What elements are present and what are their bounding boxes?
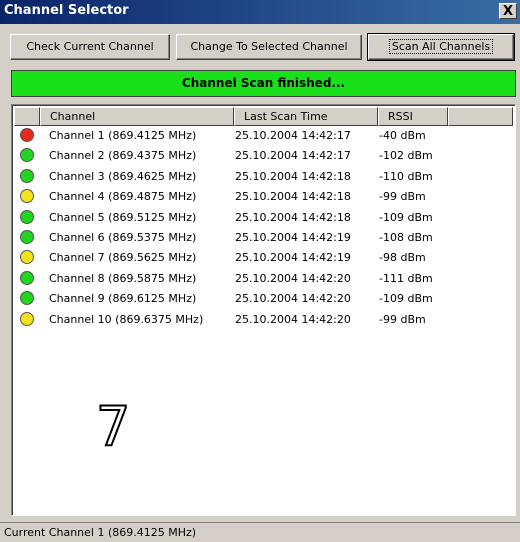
status-dot-icon <box>20 311 34 326</box>
status-dot-icon <box>20 250 34 265</box>
channel-name: Channel 4 (869.4875 MHz) <box>49 190 197 204</box>
scan-time: 25.10.2004 14:42:18 <box>235 169 351 183</box>
title-bar[interactable]: Channel Selector X <box>0 0 520 24</box>
header-extra[interactable] <box>448 107 513 126</box>
list-item[interactable]: Channel 3 (869.4625 MHz) 25.10.2004 14:42… <box>14 167 513 187</box>
scan-status-banner: Channel Scan finished... <box>11 70 516 97</box>
rssi-value: -111 dBm <box>379 271 433 285</box>
rssi-value: -40 dBm <box>379 129 426 142</box>
channel-name: Channel 5 (869.5125 MHz) <box>49 210 197 224</box>
list-header: Channel Last Scan Time RSSI <box>14 107 513 126</box>
list-item[interactable]: Channel 10 (869.6375 MHz) 25.10.2004 14:4… <box>14 310 513 330</box>
scan-time: 25.10.2004 14:42:17 <box>235 129 351 142</box>
rssi-value: -108 dBm <box>379 230 433 244</box>
channel-name: Channel 9 (869.6125 MHz) <box>49 292 197 306</box>
channel-list[interactable]: Channel Last Scan Time RSSI Channel 1 (8… <box>11 104 516 516</box>
rssi-value: -109 dBm <box>379 292 433 306</box>
status-dot-icon <box>20 189 34 204</box>
list-item[interactable]: Channel 6 (869.5375 MHz) 25.10.2004 14:42… <box>14 228 513 248</box>
close-button[interactable]: X <box>499 3 517 19</box>
status-dot-icon <box>20 148 34 163</box>
scan-time: 25.10.2004 14:42:18 <box>235 210 351 224</box>
status-bar-text: Current Channel 1 (869.4125 MHz) <box>4 526 197 539</box>
rssi-value: -102 dBm <box>379 149 433 163</box>
check-current-channel-label: Check Current Channel <box>26 40 154 53</box>
channel-name: Channel 7 (869.5625 MHz) <box>49 251 197 265</box>
list-rows: Channel 1 (869.4125 MHz) 25.10.2004 14:42… <box>14 126 513 330</box>
list-item[interactable]: Channel 9 (869.6125 MHz) 25.10.2004 14:42… <box>14 289 513 309</box>
channel-name: Channel 6 (869.5375 MHz) <box>49 230 197 244</box>
channel-name: Channel 1 (869.4125 MHz) <box>49 129 197 142</box>
rssi-value: -109 dBm <box>379 210 433 224</box>
channel-name: Channel 2 (869.4375 MHz) <box>49 149 197 163</box>
channel-name: Channel 8 (869.5875 MHz) <box>49 271 197 285</box>
annotation-number: 7 <box>95 394 131 459</box>
channel-selector-window: Channel Selector X Check Current Channel… <box>0 0 520 542</box>
rssi-value: -110 dBm <box>379 169 433 183</box>
scan-all-channels-button[interactable]: Scan All Channels <box>367 33 515 61</box>
close-icon: X <box>502 4 514 19</box>
rssi-value: -98 dBm <box>379 251 426 265</box>
rssi-value: -99 dBm <box>379 190 426 204</box>
header-status[interactable] <box>14 107 40 126</box>
list-item[interactable]: Channel 8 (869.5875 MHz) 25.10.2004 14:42… <box>14 269 513 289</box>
status-dot-icon <box>20 270 34 285</box>
status-dot-icon <box>20 128 34 142</box>
header-last-scan-time[interactable]: Last Scan Time <box>234 107 378 126</box>
status-dot-icon <box>20 229 34 244</box>
list-item[interactable]: Channel 4 (869.4875 MHz) 25.10.2004 14:42… <box>14 187 513 207</box>
rssi-value: -99 dBm <box>379 312 426 326</box>
list-item[interactable]: Channel 1 (869.4125 MHz) 25.10.2004 14:42… <box>14 126 513 146</box>
channel-name: Channel 10 (869.6375 MHz) <box>49 312 204 326</box>
window-title: Channel Selector <box>4 3 129 18</box>
header-channel[interactable]: Channel <box>40 107 234 126</box>
scan-time: 25.10.2004 14:42:19 <box>235 251 351 265</box>
header-rssi[interactable]: RSSI <box>378 107 448 126</box>
status-dot-icon <box>20 209 34 224</box>
check-current-channel-button[interactable]: Check Current Channel <box>10 34 170 60</box>
channel-name: Channel 3 (869.4625 MHz) <box>49 169 197 183</box>
list-item[interactable]: Channel 5 (869.5125 MHz) 25.10.2004 14:42… <box>14 208 513 228</box>
scan-time: 25.10.2004 14:42:19 <box>235 230 351 244</box>
status-dot-icon <box>20 168 34 183</box>
status-dot-icon <box>20 291 34 306</box>
list-item[interactable]: Channel 7 (869.5625 MHz) 25.10.2004 14:42… <box>14 248 513 268</box>
status-bar: Current Channel 1 (869.4125 MHz) <box>0 522 520 542</box>
scan-time: 25.10.2004 14:42:20 <box>235 271 351 285</box>
change-to-selected-channel-button[interactable]: Change To Selected Channel <box>176 34 362 60</box>
scan-all-channels-label: Scan All Channels <box>388 39 494 54</box>
scan-time: 25.10.2004 14:42:20 <box>235 312 351 326</box>
change-to-selected-channel-label: Change To Selected Channel <box>190 40 348 53</box>
scan-time: 25.10.2004 14:42:18 <box>235 190 351 204</box>
scan-time: 25.10.2004 14:42:17 <box>235 149 351 163</box>
scan-time: 25.10.2004 14:42:20 <box>235 292 351 306</box>
list-item[interactable]: Channel 2 (869.4375 MHz) 25.10.2004 14:42… <box>14 146 513 166</box>
